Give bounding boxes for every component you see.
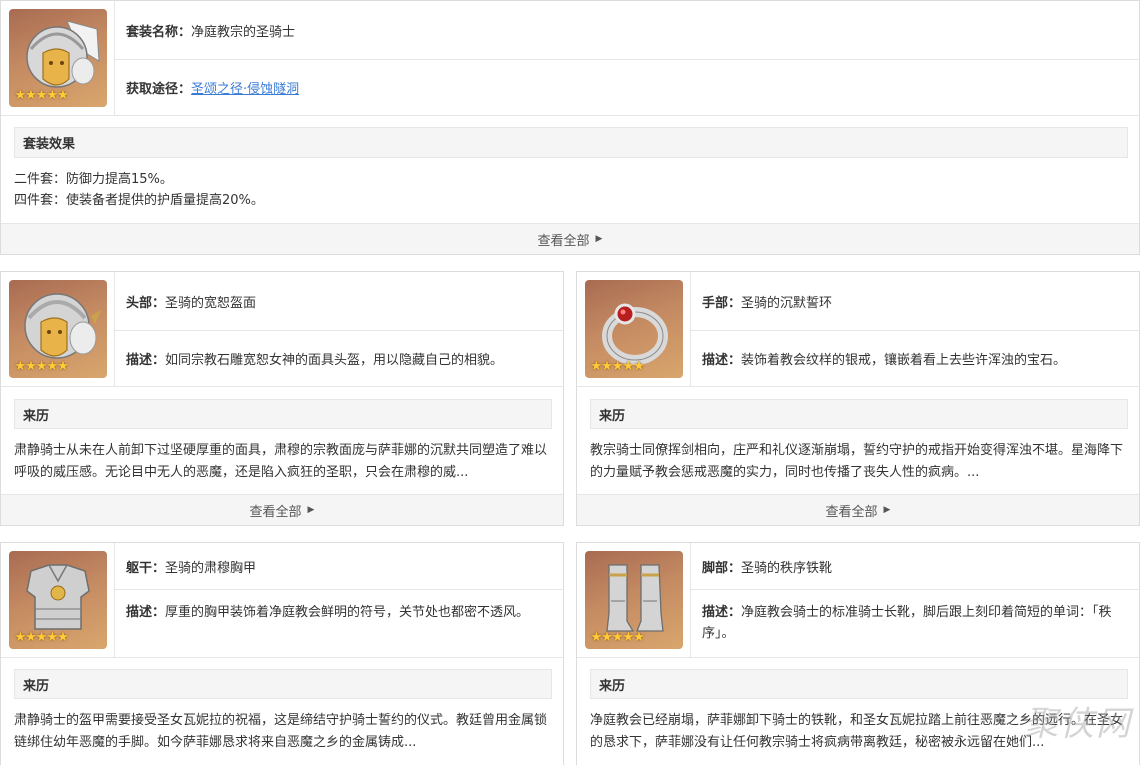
desc-label: 描述：	[702, 605, 742, 620]
piece-desc: 如同宗教石雕宽恕女神的面具头盔，用以隐藏自己的相貌。	[165, 353, 504, 368]
helmet-icon: ★★★★★	[8, 280, 107, 378]
piece-desc: 净庭教会骑士的标准骑士长靴，脚后跟上刻印着简短的单词：「秩序」。	[702, 605, 1112, 641]
view-all-label: 查看全部	[537, 233, 590, 249]
view-all-label: 查看全部	[825, 504, 878, 520]
slot-label: 脚部：	[702, 560, 742, 576]
rarity-stars: ★★★★★	[14, 359, 69, 374]
piece-desc-row: 描述：净庭教会骑士的标准骑士长靴，脚后跟上刻印着简短的单词：「秩序」。	[691, 590, 1139, 657]
piece-icon-cell: ★★★★★	[577, 543, 691, 657]
piece-desc-row: 描述： 装饰着教会纹样的银戒，镶嵌着看上去些许浑浊的宝石。	[691, 331, 1139, 386]
slot-label: 头部：	[126, 295, 166, 311]
set-source-row: 获取途径： 圣颂之径·侵蚀隧洞	[115, 60, 1139, 115]
desc-wrap: 描述：净庭教会骑士的标准骑士长靴，脚后跟上刻印着简短的单词：「秩序」。	[702, 602, 1129, 644]
piece-desc-row: 描述： 如同宗教石雕宽恕女神的面具头盔，用以隐藏自己的相貌。	[115, 331, 563, 386]
piece-card-body: ★★★★★ 躯干： 圣骑的肃穆胸甲 描述：厚重的胸甲装饰着净庭教会鲜明的符号，关…	[0, 542, 564, 765]
lore-text: 肃静骑士的盔甲需要接受圣女瓦妮拉的祝福，这是缔结守护骑士誓约的仪式。教廷曾用金属…	[14, 713, 548, 750]
rarity-stars: ★★★★★	[590, 630, 645, 645]
set-effect-2pc: 二件套：防御力提高15%。	[14, 172, 173, 187]
arrow-right-icon: ▶	[883, 505, 891, 515]
rarity-stars: ★★★★★	[14, 88, 69, 103]
view-all-button[interactable]: 查看全部 ▶	[1, 494, 563, 525]
piece-desc: 厚重的胸甲装饰着净庭教会鲜明的符号，关节处也都密不透风。	[165, 605, 530, 620]
set-effect-heading: 套装效果	[14, 127, 1128, 158]
set-name: 净庭教宗的圣骑士	[191, 24, 296, 40]
piece-name-row: 脚部： 圣骑的秩序铁靴	[691, 543, 1139, 590]
rarity-stars: ★★★★★	[590, 359, 645, 374]
piece-name: 圣骑的宽恕盔面	[165, 295, 257, 311]
chest-armor-icon: ★★★★★	[8, 551, 107, 649]
set-source-link[interactable]: 圣颂之径·侵蚀隧洞	[191, 78, 299, 97]
piece-icon-cell: ★★★★★	[1, 543, 115, 657]
set-source-label: 获取途径：	[126, 82, 192, 97]
view-all-label: 查看全部	[249, 504, 302, 520]
set-effect-4pc: 四件套：使装备者提供的护盾量提高20%。	[14, 193, 264, 208]
lore-heading: 来历	[590, 399, 1128, 429]
piece-name-row: 头部： 圣骑的宽恕盔面	[115, 272, 563, 331]
piece-desc: 装饰着教会纹样的银戒，镶嵌着看上去些许浑浊的宝石。	[741, 353, 1067, 368]
piece-icon-cell: ★★★★★	[577, 272, 691, 386]
piece-name-row: 躯干： 圣骑的肃穆胸甲	[115, 543, 563, 590]
lore-text: 肃静骑士从未在人前卸下过坚硬厚重的面具，肃穆的宗教面庞与萨菲娜的沉默共同塑造了难…	[14, 443, 548, 480]
lore-heading: 来历	[590, 669, 1128, 699]
lore-text: 教宗骑士同僚挥剑相向，庄严和礼仪逐渐崩塌，誓约守护的戒指开始变得浑浊不堪。星海降…	[590, 443, 1124, 480]
desc-label: 描述：	[126, 353, 166, 368]
piece-icon-cell: ★★★★★	[1, 272, 115, 386]
lore-heading: 来历	[14, 399, 552, 429]
desc-wrap: 描述：厚重的胸甲装饰着净庭教会鲜明的符号，关节处也都密不透风。	[126, 602, 529, 623]
set-name-row: 套装名称： 净庭教宗的圣骑士	[115, 1, 1139, 60]
piece-card-head: ★★★★★ 头部： 圣骑的宽恕盔面 描述： 如同宗教石雕宽恕女神的面具头盔，用以…	[0, 271, 564, 526]
piece-desc-row: 描述：厚重的胸甲装饰着净庭教会鲜明的符号，关节处也都密不透风。	[115, 590, 563, 657]
site-watermark: 聚侠网	[1024, 704, 1132, 744]
boots-icon: ★★★★★	[584, 551, 683, 649]
piece-name: 圣骑的秩序铁靴	[741, 560, 833, 576]
view-all-button[interactable]: 查看全部 ▶	[577, 494, 1139, 525]
lore-heading: 来历	[14, 669, 552, 699]
ring-icon: ★★★★★	[584, 280, 683, 378]
slot-label: 手部：	[702, 295, 742, 311]
set-icon-cell: ★★★★★	[1, 1, 115, 115]
desc-label: 描述：	[126, 605, 166, 620]
arrow-right-icon: ▶	[595, 234, 603, 244]
slot-label: 躯干：	[126, 560, 166, 576]
piece-name: 圣骑的肃穆胸甲	[165, 560, 257, 576]
set-name-label: 套装名称：	[126, 24, 192, 40]
desc-label: 描述：	[702, 353, 742, 368]
set-effect-text: 二件套：防御力提高15%。 四件套：使装备者提供的护盾量提高20%。	[14, 169, 1124, 211]
helmet-icon: ★★★★★	[8, 9, 107, 107]
rarity-stars: ★★★★★	[14, 630, 69, 645]
piece-name-row: 手部： 圣骑的沉默誓环	[691, 272, 1139, 331]
piece-name: 圣骑的沉默誓环	[741, 295, 833, 311]
set-card: ★★★★★ 套装名称： 净庭教宗的圣骑士 获取途径： 圣颂之径·侵蚀隧洞 套装效…	[0, 0, 1140, 255]
arrow-right-icon: ▶	[307, 505, 315, 515]
set-view-all-button[interactable]: 查看全部 ▶	[1, 223, 1139, 254]
piece-card-hands: ★★★★★ 手部： 圣骑的沉默誓环 描述： 装饰着教会纹样的银戒，镶嵌着看上去些…	[576, 271, 1140, 526]
